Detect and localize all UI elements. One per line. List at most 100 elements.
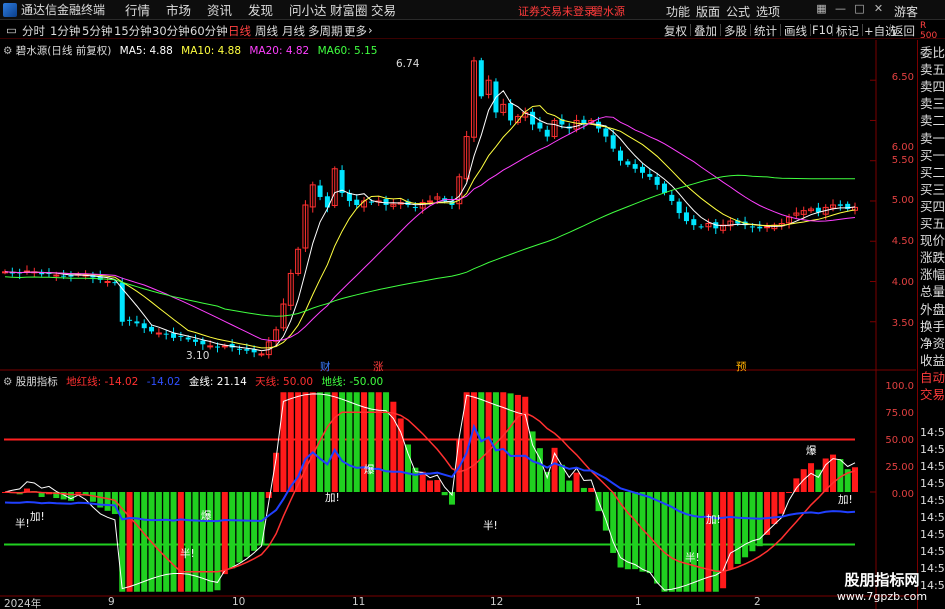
f10-button[interactable]: F10 (812, 23, 833, 37)
overlay-button[interactable]: 叠加 (694, 23, 717, 39)
menu-item-layout[interactable]: 版面 (696, 3, 726, 20)
period-tab-weekly[interactable]: 周线 (255, 23, 278, 39)
sidebar-item[interactable]: 买五 (920, 215, 945, 232)
period-tab-more[interactable]: 更多 (344, 23, 367, 39)
candle-body (171, 333, 177, 338)
statistics-button[interactable]: 统计 (754, 23, 777, 39)
annotation-add: 加! (325, 492, 340, 504)
grid-icon[interactable]: ▦ (812, 2, 831, 15)
login-status[interactable]: 证券交易未登录 (518, 3, 595, 19)
indicator-bar (771, 492, 778, 525)
event-marker-finance[interactable]: 财 (320, 359, 331, 374)
sidebar-item[interactable]: 净资 (920, 335, 945, 352)
indicator-bar (243, 492, 250, 557)
candle-body (647, 174, 653, 177)
price-tick: 5.00 (891, 195, 914, 206)
sidebar-item[interactable]: 买四 (920, 198, 945, 215)
indicator-settings-icon[interactable]: ⚙ (3, 376, 12, 388)
candle-body (53, 274, 60, 277)
app-logo-icon (3, 2, 17, 17)
period-tab-30min[interactable]: 30分钟 (152, 23, 190, 39)
screen-icon[interactable]: ▭ (6, 23, 17, 37)
candle-body (244, 349, 250, 351)
draw-line-button[interactable]: 画线 (784, 23, 807, 39)
kline-chart-area[interactable] (0, 40, 916, 609)
candle-body (104, 280, 111, 283)
menu-item-function[interactable]: 功能 (666, 3, 696, 20)
maximize-icon[interactable]: □ (850, 2, 869, 15)
watermark-title: 股朋指标网 (844, 571, 920, 589)
candle-body (200, 340, 206, 345)
settings-icon[interactable]: ⚙ (3, 45, 12, 57)
indicator-bar (390, 401, 397, 492)
period-tab-timeshare[interactable]: 分时 (22, 23, 45, 39)
menu-item-wealth[interactable]: 财富圈 (330, 0, 371, 19)
event-marker-forecast[interactable]: 预 (736, 359, 747, 374)
minimize-icon[interactable]: — (831, 2, 850, 15)
sidebar-item[interactable]: 现价 (920, 232, 945, 249)
adjust-button[interactable]: 复权 (664, 23, 687, 39)
menu-item-options[interactable]: 选项 (756, 3, 786, 20)
sidebar-item[interactable]: 外盘 (920, 301, 945, 318)
sidebar-item[interactable]: 卖五 (920, 61, 945, 78)
indicator-bar (712, 492, 719, 592)
sidebar-item[interactable]: 买一 (920, 147, 945, 164)
sidebar-item[interactable]: 买三 (920, 181, 945, 198)
indicator-bar (207, 492, 214, 592)
indicator-bar (302, 392, 309, 492)
period-tab-5min[interactable]: 5分钟 (82, 23, 112, 39)
close-icon[interactable]: ✕ (869, 2, 888, 15)
indicator-bar (742, 492, 749, 558)
event-marker-rise[interactable]: 涨 (373, 359, 384, 374)
candle-body (749, 226, 755, 228)
sidebar-item[interactable]: 卖三 (920, 95, 945, 112)
indicator-legend: ⚙ 股朋指标 地红线: -14.02 -14.02 金线: 21.14 天线: … (3, 374, 383, 389)
candle-body (258, 353, 265, 356)
period-tab-15min[interactable]: 15分钟 (114, 23, 152, 39)
period-tab-daily[interactable]: 日线 (228, 23, 251, 39)
indicator-bar (632, 492, 639, 570)
trade-time: 14:56 (920, 494, 945, 507)
sidebar-top-label: R 500 (920, 21, 938, 41)
menu-item-formula[interactable]: 公式 (726, 3, 756, 20)
period-tab-multi[interactable]: 多周期 (308, 23, 343, 39)
period-tab-60min[interactable]: 60分钟 (190, 23, 228, 39)
menu-item-quotes[interactable]: 行情 (125, 0, 166, 19)
candle-body (530, 111, 536, 125)
indicator-bar (654, 492, 661, 584)
sidebar-item[interactable]: 涨幅 (920, 266, 945, 283)
price-tick: 6.00 (891, 142, 914, 153)
sidebar-item[interactable]: 卖四 (920, 78, 945, 95)
sidebar-item[interactable]: 自动 (920, 369, 945, 386)
price-tick: 4.50 (891, 236, 914, 247)
sidebar-item[interactable]: 卖一 (920, 130, 945, 147)
sidebar-item[interactable]: 总量 (920, 283, 945, 300)
sidebar-item[interactable]: 交易 (920, 386, 945, 403)
menu-item-ask[interactable]: 问小达 (289, 0, 330, 19)
sidebar-item[interactable]: 收益 (920, 352, 945, 369)
candle-body (149, 326, 155, 332)
indicator-bar (720, 492, 727, 589)
sidebar-item[interactable]: 买二 (920, 164, 945, 181)
guest-user[interactable]: 游客 (894, 3, 918, 20)
period-tab-1min[interactable]: 1分钟 (50, 23, 80, 39)
menu-item-trade[interactable]: 交易 (371, 0, 412, 19)
window-controls: ▦ — □ ✕ (812, 2, 888, 15)
sidebar-item[interactable]: 卖二 (920, 112, 945, 129)
indicator-bar (610, 492, 617, 553)
menu-item-news[interactable]: 资讯 (207, 0, 248, 19)
menu-item-market[interactable]: 市场 (166, 0, 207, 19)
sidebar-item[interactable]: 委比 (920, 44, 945, 61)
menu-item-discover[interactable]: 发现 (248, 0, 289, 19)
mark-button[interactable]: 标记 (836, 23, 859, 39)
period-tab-monthly[interactable]: 月线 (282, 23, 305, 39)
chevron-right-icon[interactable]: › (368, 23, 373, 37)
sidebar-item[interactable]: 涨跌 (920, 249, 945, 266)
sidebar-item[interactable]: 换手 (920, 318, 945, 335)
back-button[interactable]: 返回 (892, 23, 915, 39)
date-label: 12 (490, 596, 504, 608)
indicator-bar (353, 392, 360, 492)
trade-time: 14:56 (920, 443, 945, 456)
multi-stock-button[interactable]: 多股 (724, 23, 747, 39)
candle-body (632, 164, 638, 169)
